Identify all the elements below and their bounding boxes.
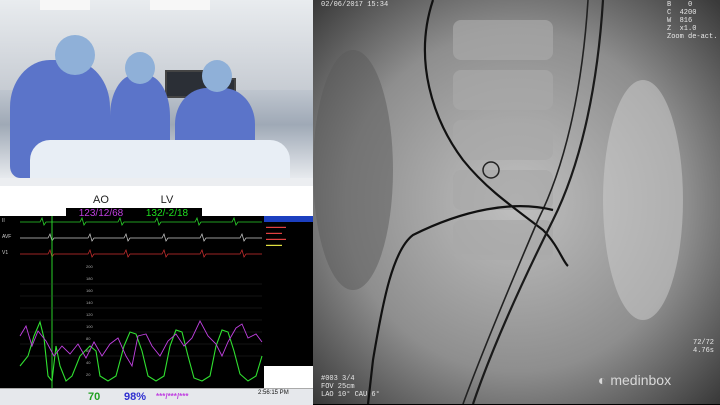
logo-icon: ◐ xyxy=(598,372,611,388)
scale-tick: 120 xyxy=(86,312,93,317)
hemodynamic-monitor: AO 123/12/68 LV 132/-2/18 II AVF V1 200 … xyxy=(0,178,313,405)
fluoroscopy-image: 02/06/2017 15:34 B 0 C 4200 W 816 Z x1.0… xyxy=(313,0,720,404)
lead-label: V1 xyxy=(2,250,9,256)
cathlab-screen: AO 123/12/68 LV 132/-2/18 II AVF V1 200 … xyxy=(0,0,720,405)
nibp-value: ***/***/*** xyxy=(156,392,189,401)
pressure-header: AO 123/12/68 LV 132/-2/18 xyxy=(0,186,313,220)
logo-text: medinbox xyxy=(610,372,672,388)
scale-tick: 180 xyxy=(86,276,93,281)
scale-tick: 140 xyxy=(86,300,93,305)
acq-param: Z x1.0 xyxy=(667,25,697,33)
fov-info: FOV 25cm xyxy=(321,383,355,391)
scale-tick: 160 xyxy=(86,288,93,293)
scale-tick: 200 xyxy=(86,264,93,269)
scale-tick: 40 xyxy=(86,360,91,365)
medinbox-logo: ◐ medinbox xyxy=(598,372,671,388)
event-line: ▬▬▬▬▬ xyxy=(266,236,286,241)
fluoro-svg xyxy=(313,0,720,404)
event-panel-header xyxy=(264,216,313,222)
ceiling-light xyxy=(40,0,90,10)
ceiling-light xyxy=(150,0,210,10)
event-line: ▬▬▬▬ xyxy=(266,230,282,235)
scale-tick: 60 xyxy=(86,348,91,353)
date-time: 02/06/2017 15:34 xyxy=(321,1,389,9)
scale-tick: 20 xyxy=(86,372,91,377)
surgeon-head xyxy=(125,52,155,84)
lead-label: II xyxy=(2,218,5,224)
scale-tick: 80 xyxy=(86,336,91,341)
series-info: #003 3/4 xyxy=(321,375,355,383)
vitals-status-bar: 70 98% ***/***/*** 2:56:15 PM xyxy=(0,388,313,405)
heart-rate-value: 70 xyxy=(88,391,101,403)
clock-time: 2:56:15 PM xyxy=(258,390,289,396)
surgeon-head xyxy=(55,35,95,75)
waveform-area: II AVF V1 200 180 160 140 120 100 80 60 … xyxy=(0,216,264,404)
lv-pressure-trace xyxy=(19,320,263,383)
ecg-trace-3 xyxy=(20,249,262,258)
ecg-trace-2 xyxy=(20,233,262,242)
spo2-value: 98% xyxy=(124,391,147,403)
event-line: ▬▬▬▬▬ xyxy=(266,224,286,229)
ao-label: AO xyxy=(93,194,109,206)
lv-label: LV xyxy=(160,194,174,206)
waveform-svg xyxy=(19,216,263,388)
event-line: ▬▬▬▬ xyxy=(266,242,282,247)
acq-param: B 0 xyxy=(667,1,693,9)
lead-label: AVF xyxy=(2,234,12,240)
acq-param: Zoom de-act. xyxy=(667,33,718,41)
angle-info: LAO 10° CAU 6° xyxy=(321,391,380,399)
ecg-trace-1 xyxy=(20,216,262,226)
frame-counter: 72/72 xyxy=(693,339,715,347)
acq-param: W 816 xyxy=(667,17,693,25)
pressure-grid xyxy=(20,283,262,357)
scale-tick: 100 xyxy=(86,324,93,329)
sterile-drape xyxy=(30,140,290,178)
run-duration: 4.76s xyxy=(693,347,715,355)
vertebrae xyxy=(453,20,553,260)
ao-pressure-trace xyxy=(19,319,263,368)
operating-room-video xyxy=(0,0,313,178)
acq-param: C 4200 xyxy=(667,9,697,17)
event-panel[interactable]: ▬▬▬▬▬ ▬▬▬▬ ▬▬▬▬▬ ▬▬▬▬ xyxy=(264,216,313,366)
surgeon-head xyxy=(202,60,232,92)
